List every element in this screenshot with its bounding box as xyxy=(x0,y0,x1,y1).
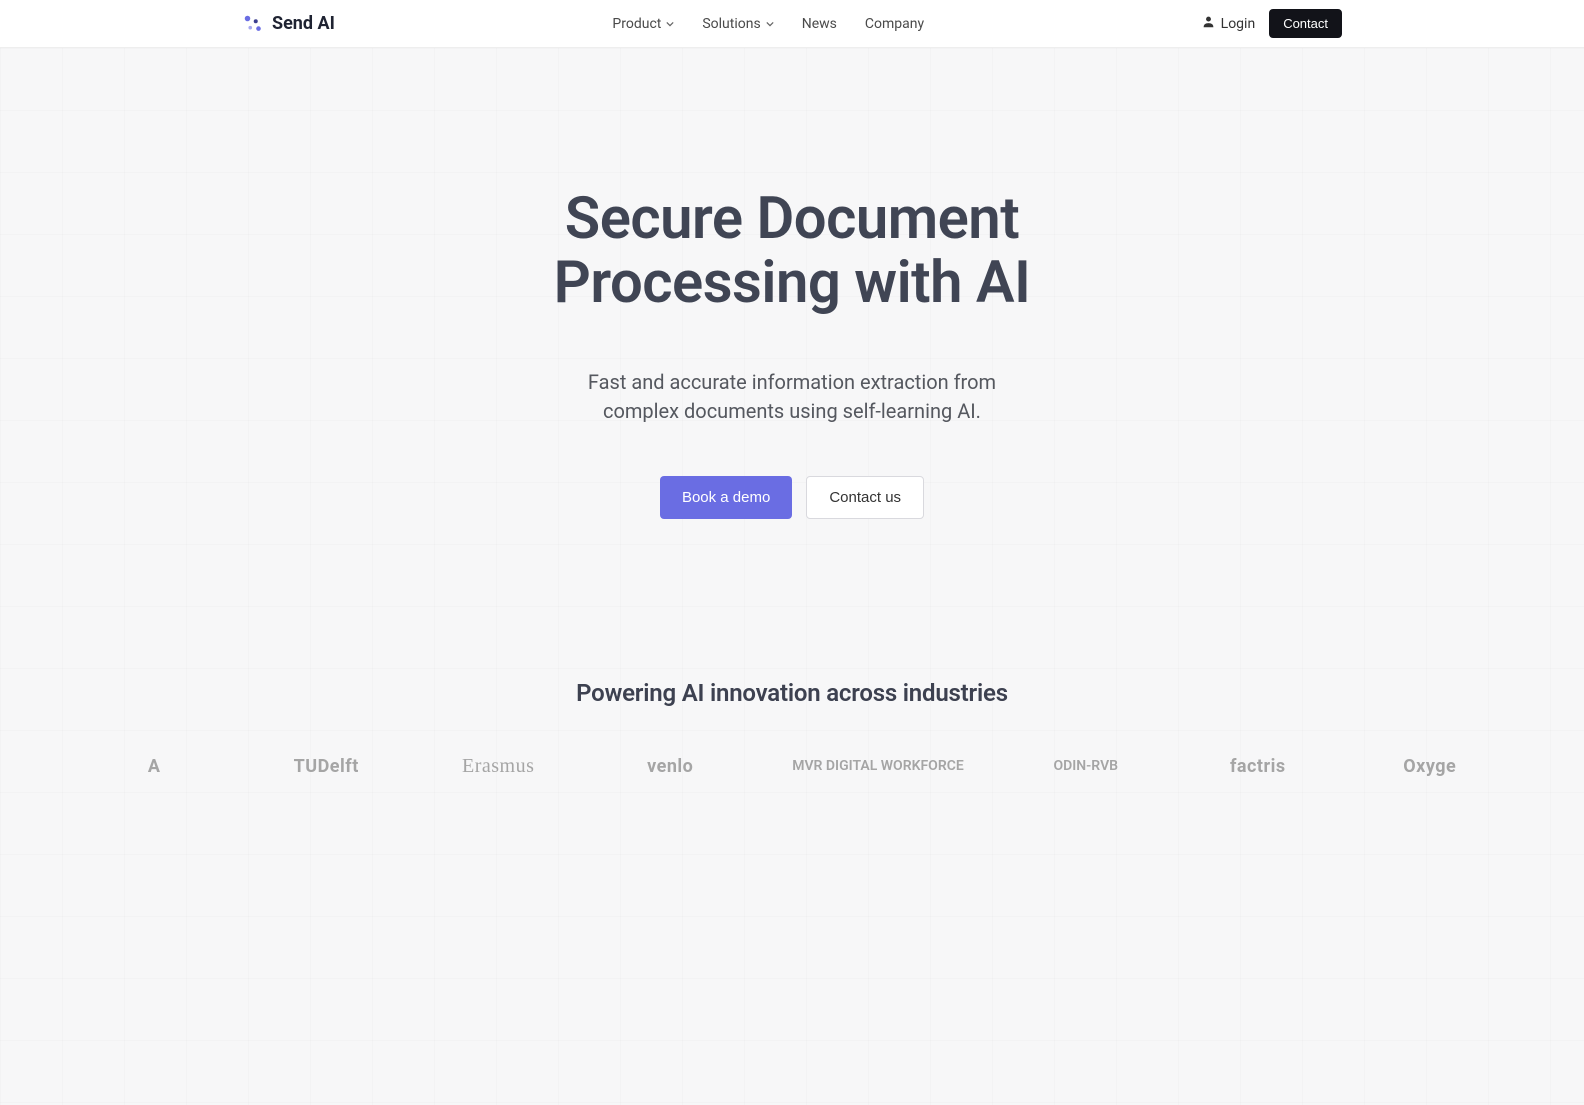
partner-logo: venlo xyxy=(620,756,720,777)
hero-title: Secure Document Processing with AI xyxy=(0,188,1584,316)
nav-company-label: Company xyxy=(865,16,924,32)
brand-logo[interactable]: Send AI xyxy=(242,13,335,35)
partner-logo: TUDelft xyxy=(276,756,376,777)
partner-logo: ODIN-RVB xyxy=(1036,758,1136,774)
nav-solutions-label: Solutions xyxy=(702,16,760,32)
partner-logo-row: A TUDelft Erasmus venlo MVR DIGITAL WORK… xyxy=(0,755,1584,778)
contact-button[interactable]: Contact xyxy=(1269,9,1342,38)
nav-product[interactable]: Product xyxy=(612,16,674,32)
user-icon xyxy=(1202,15,1215,32)
hero-subtitle: Fast and accurate information extraction… xyxy=(0,368,1584,426)
contact-us-button[interactable]: Contact us xyxy=(806,476,924,519)
hero-subtitle-line2: complex documents using self-learning AI… xyxy=(603,399,981,423)
partner-logo: A xyxy=(104,756,204,777)
book-demo-button[interactable]: Book a demo xyxy=(660,476,792,519)
logo-mark-icon xyxy=(242,13,264,35)
partners-section: Powering AI innovation across industries… xyxy=(0,679,1584,778)
partners-heading: Powering AI innovation across industries xyxy=(0,679,1584,707)
partner-logo: MVR DIGITAL WORKFORCE xyxy=(792,758,964,774)
login-link[interactable]: Login xyxy=(1202,15,1256,32)
nav-news[interactable]: News xyxy=(802,16,837,32)
brand-name: Send AI xyxy=(272,13,335,34)
partner-logo: Erasmus xyxy=(448,755,548,778)
nav-news-label: News xyxy=(802,16,837,32)
hero-title-line1: Secure Document xyxy=(565,185,1019,253)
site-header: Send AI Product Solutions News Company xyxy=(0,0,1584,48)
hero-title-line2: Processing with AI xyxy=(554,249,1031,317)
hero-section: Secure Document Processing with AI Fast … xyxy=(0,48,1584,519)
chevron-down-icon xyxy=(766,20,774,28)
hero-cta-row: Book a demo Contact us xyxy=(0,476,1584,519)
nav-solutions[interactable]: Solutions xyxy=(702,16,773,32)
login-label: Login xyxy=(1221,16,1256,32)
header-actions: Login Contact xyxy=(1202,9,1342,38)
hero-subtitle-line1: Fast and accurate information extraction… xyxy=(588,370,996,394)
partner-logo: factris xyxy=(1208,756,1308,777)
chevron-down-icon xyxy=(666,20,674,28)
partner-logo: Oxyge xyxy=(1380,756,1480,777)
main-nav: Product Solutions News Company xyxy=(612,16,924,32)
header-inner: Send AI Product Solutions News Company xyxy=(242,9,1342,38)
nav-company[interactable]: Company xyxy=(865,16,924,32)
nav-product-label: Product xyxy=(612,16,661,32)
